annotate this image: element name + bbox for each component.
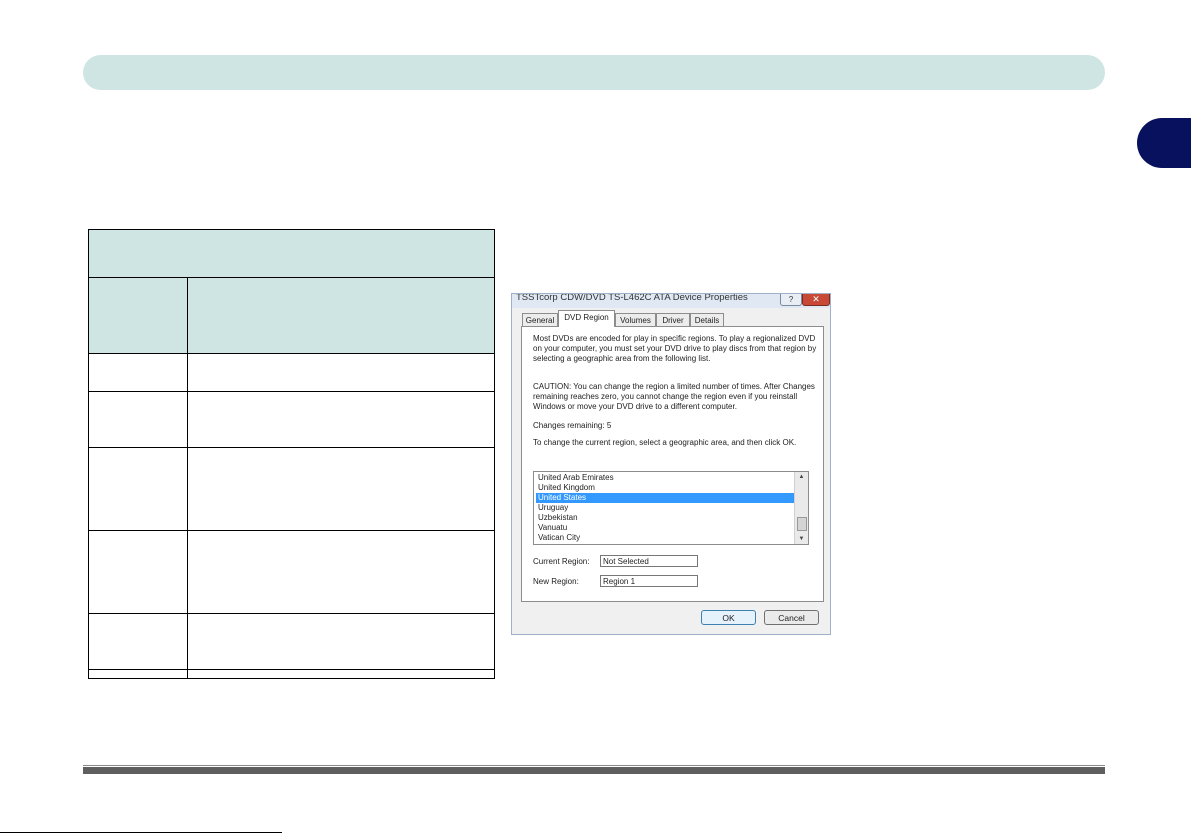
table-row (89, 531, 494, 614)
dvd-properties-dialog: TSSTcorp CDW/DVD TS-L462C ATA Device Pro… (511, 293, 831, 635)
footer-divider (83, 767, 1105, 774)
dialog-titlebar[interactable]: TSSTcorp CDW/DVD TS-L462C ATA Device Pro… (512, 294, 830, 308)
tab-details[interactable]: Details (690, 313, 724, 326)
dialog-title: TSSTcorp CDW/DVD TS-L462C ATA Device Pro… (516, 293, 748, 303)
tab-driver[interactable]: Driver (656, 313, 690, 326)
caution-text: CAUTION: You can change the region a lim… (533, 382, 815, 411)
instruction-text: To change the current region, select a g… (533, 438, 797, 447)
ok-button[interactable]: OK (701, 610, 756, 625)
list-scrollbar[interactable]: ▲ ▼ (794, 472, 808, 544)
list-item[interactable]: Vatican City (536, 533, 795, 543)
new-region-label: New Region: (533, 577, 579, 586)
list-item[interactable]: United Arab Emirates (536, 473, 795, 483)
list-item-selected[interactable]: United States (536, 493, 795, 503)
table-row (89, 448, 494, 531)
tab-general[interactable]: General (522, 313, 558, 326)
region-table-title-row (89, 230, 494, 278)
list-item[interactable]: United Kingdom (536, 483, 795, 493)
intro-text: Most DVDs are encoded for play in specif… (533, 334, 817, 363)
dvd-region-panel: Most DVDs are encoded for play in specif… (521, 326, 824, 602)
close-button[interactable]: ✕ (802, 294, 830, 306)
chapter-tab (1137, 118, 1191, 168)
region-table-header-row (89, 278, 494, 354)
list-item[interactable]: Uzbekistan (536, 513, 795, 523)
list-item[interactable]: Uruguay (536, 503, 795, 513)
region-listbox[interactable]: United Arab Emirates United Kingdom Unit… (533, 471, 809, 545)
scroll-down-arrow-icon[interactable]: ▼ (795, 534, 808, 544)
scroll-thumb[interactable] (797, 517, 807, 531)
page-header-bar (83, 55, 1105, 90)
footer-divider-thin (83, 765, 1105, 766)
current-region-label: Current Region: (533, 557, 590, 566)
table-row (89, 614, 494, 670)
tab-volumes[interactable]: Volumes (615, 313, 656, 326)
region-table (88, 229, 495, 679)
table-row (89, 392, 494, 448)
scroll-up-arrow-icon[interactable]: ▲ (795, 472, 808, 482)
bottom-margin-line (0, 832, 282, 833)
table-row (89, 354, 494, 392)
new-region-field[interactable]: Region 1 (600, 575, 698, 587)
help-button[interactable]: ? (780, 294, 802, 306)
cancel-button[interactable]: Cancel (764, 610, 819, 625)
tab-dvd-region[interactable]: DVD Region (558, 310, 615, 327)
current-region-field: Not Selected (600, 555, 698, 567)
list-item[interactable]: Vanuatu (536, 523, 795, 533)
changes-remaining-text: Changes remaining: 5 (533, 421, 612, 430)
